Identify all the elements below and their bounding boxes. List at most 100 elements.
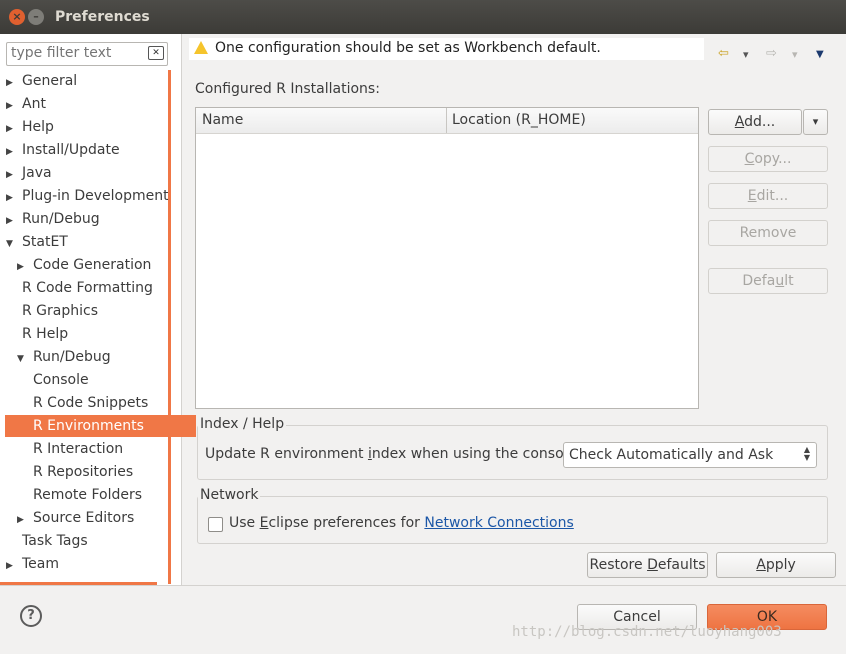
tree-item-label: Source Editors	[33, 510, 135, 526]
tree-item-label: R Interaction	[33, 441, 124, 457]
tree-item-label: Java	[22, 165, 52, 181]
tree-item[interactable]: ▶ Run/Debug	[6, 208, 100, 230]
tree-item-label: R Code Formatting	[22, 280, 153, 296]
collapsed-arrow-icon[interactable]: ▶	[6, 118, 18, 140]
tree-item-label: Run/Debug	[22, 211, 100, 227]
tree-item-label: R Graphics	[22, 303, 99, 319]
restore-defaults-button[interactable]: Restore Defaults	[587, 552, 708, 578]
add-button[interactable]: Add...	[708, 109, 802, 135]
clear-filter-icon[interactable]: ✕	[148, 46, 164, 60]
network-label-pre: Use	[229, 515, 260, 531]
column-header-name[interactable]: Name	[202, 112, 243, 128]
back-dropdown-icon[interactable]: ▾	[743, 48, 749, 61]
tree-item[interactable]: ▶ Plug-in Development	[6, 185, 169, 207]
default-label-post: lt	[784, 273, 794, 289]
use-eclipse-network-label[interactable]: Use Eclipse preferences for Network Conn…	[229, 515, 574, 531]
tree-item[interactable]: ▶ Ant	[6, 93, 46, 115]
network-connections-link[interactable]: Network Connections	[424, 515, 573, 531]
warning-message: One configuration should be set as Workb…	[215, 40, 601, 56]
restore-label-pre: Restore	[589, 557, 648, 573]
tree-item[interactable]: ▼ Run/Debug	[17, 346, 111, 368]
copy-button: Copy...	[708, 146, 828, 172]
forward-arrow-icon: ⇨	[766, 46, 777, 61]
tree-item[interactable]: R Graphics	[22, 300, 98, 322]
apply-button[interactable]: Apply	[716, 552, 836, 578]
forward-dropdown-icon: ▾	[792, 48, 798, 61]
index-help-title: Index / Help	[198, 416, 287, 432]
collapsed-arrow-icon[interactable]: ▶	[6, 141, 18, 163]
edit-button: Edit...	[708, 183, 828, 209]
tree-item[interactable]: Task Tags	[22, 530, 88, 552]
title-bar: × – Preferences	[0, 0, 846, 34]
help-icon[interactable]: ?	[20, 605, 42, 627]
copy-mnemonic: C	[744, 151, 755, 167]
filter-box[interactable]: ✕	[6, 42, 168, 66]
tree-item[interactable]: ▶ Help	[6, 116, 54, 138]
expanded-arrow-icon[interactable]: ▼	[17, 348, 29, 370]
add-label-post: dd...	[744, 114, 776, 130]
collapsed-arrow-icon[interactable]: ▶	[6, 187, 18, 209]
tree-item[interactable]: ▼ StatET	[6, 231, 68, 253]
default-label-pre: Defa	[742, 273, 776, 289]
tree-item[interactable]: R Code Formatting	[22, 277, 153, 299]
collapsed-arrow-icon[interactable]: ▶	[6, 164, 18, 186]
expanded-arrow-icon[interactable]: ▼	[6, 233, 18, 255]
collapsed-arrow-icon[interactable]: ▶	[6, 555, 18, 577]
edit-label-post: dit...	[756, 188, 789, 204]
use-eclipse-network-checkbox[interactable]	[208, 517, 223, 532]
index-label-pre: Update R environment	[205, 446, 368, 462]
warning-icon	[194, 41, 208, 54]
preferences-tree-pane: ✕ ▶General▶Ant▶Help▶Install/Update▶Java▶…	[0, 34, 196, 585]
tree-item-label: R Repositories	[33, 464, 134, 480]
tree-item-label: R Help	[22, 326, 69, 342]
collapsed-arrow-icon[interactable]: ▶	[6, 95, 18, 117]
tree-item[interactable]: Remote Folders	[33, 484, 142, 506]
collapsed-arrow-icon[interactable]: ▶	[6, 210, 18, 232]
collapsed-arrow-icon[interactable]: ▶	[17, 256, 29, 278]
network-label-post: clipse preferences for	[268, 515, 425, 531]
tree-item-label: Plug-in Development	[22, 188, 169, 204]
tree-item[interactable]: R Code Snippets	[33, 392, 148, 414]
index-update-value: Check Automatically and Ask	[569, 447, 774, 463]
installations-label: Configured R Installations:	[195, 81, 380, 97]
restore-label-post: efaults	[657, 557, 706, 573]
collapsed-arrow-icon[interactable]: ▶	[17, 509, 29, 531]
tree-item[interactable]: R Repositories	[33, 461, 133, 483]
index-update-select[interactable]: Check Automatically and Ask ▲ ▼	[563, 442, 817, 468]
tree-item[interactable]: R Interaction	[33, 438, 123, 460]
tree-item[interactable]: ▶ Install/Update	[6, 139, 120, 161]
select-updown-icon: ▲ ▼	[803, 445, 810, 462]
table-header: Name Location (R_HOME)	[196, 108, 698, 134]
apply-mnemonic: A	[756, 557, 766, 573]
tree-item-label: Help	[22, 119, 54, 135]
back-arrow-icon[interactable]: ⇦	[718, 46, 729, 61]
tree-vertical-scrollbar[interactable]	[168, 70, 171, 584]
tree-item[interactable]: ▶ Java	[6, 162, 52, 184]
tree-item-label: General	[22, 73, 78, 89]
filter-input[interactable]	[7, 43, 151, 63]
add-dropdown-button[interactable]: ▾	[803, 109, 828, 135]
tree-item-label: Code Generation	[33, 257, 152, 273]
tree-item[interactable]: R Help	[22, 323, 68, 345]
apply-label-post: pply	[765, 557, 796, 573]
tree-item[interactable]: Console	[33, 369, 89, 391]
tree-item-label: R Environments	[33, 418, 144, 434]
close-window-icon[interactable]: ×	[9, 9, 25, 25]
index-label-post: ndex when using the console:	[371, 446, 581, 462]
default-mnemonic: u	[775, 273, 785, 289]
tree-item-label: Task Tags	[22, 533, 88, 549]
column-header-location[interactable]: Location (R_HOME)	[452, 112, 586, 128]
tree-item[interactable]: ▶ General	[6, 70, 77, 92]
tree-item[interactable]: ▶ Source Editors	[17, 507, 134, 529]
tree-item-label: Console	[33, 372, 89, 388]
copy-label-post: opy...	[754, 151, 792, 167]
tree-item[interactable]: ▶ Code Generation	[17, 254, 151, 276]
installations-table[interactable]: Name Location (R_HOME)	[195, 107, 699, 409]
tree-item[interactable]: ▶ Team	[6, 553, 59, 575]
restore-mnemonic: D	[647, 557, 658, 573]
view-menu-icon[interactable]: ▼	[816, 49, 824, 60]
column-separator[interactable]	[446, 108, 447, 133]
collapsed-arrow-icon[interactable]: ▶	[6, 72, 18, 94]
minimize-window-icon[interactable]: –	[28, 9, 44, 25]
window-title: Preferences	[55, 9, 150, 25]
